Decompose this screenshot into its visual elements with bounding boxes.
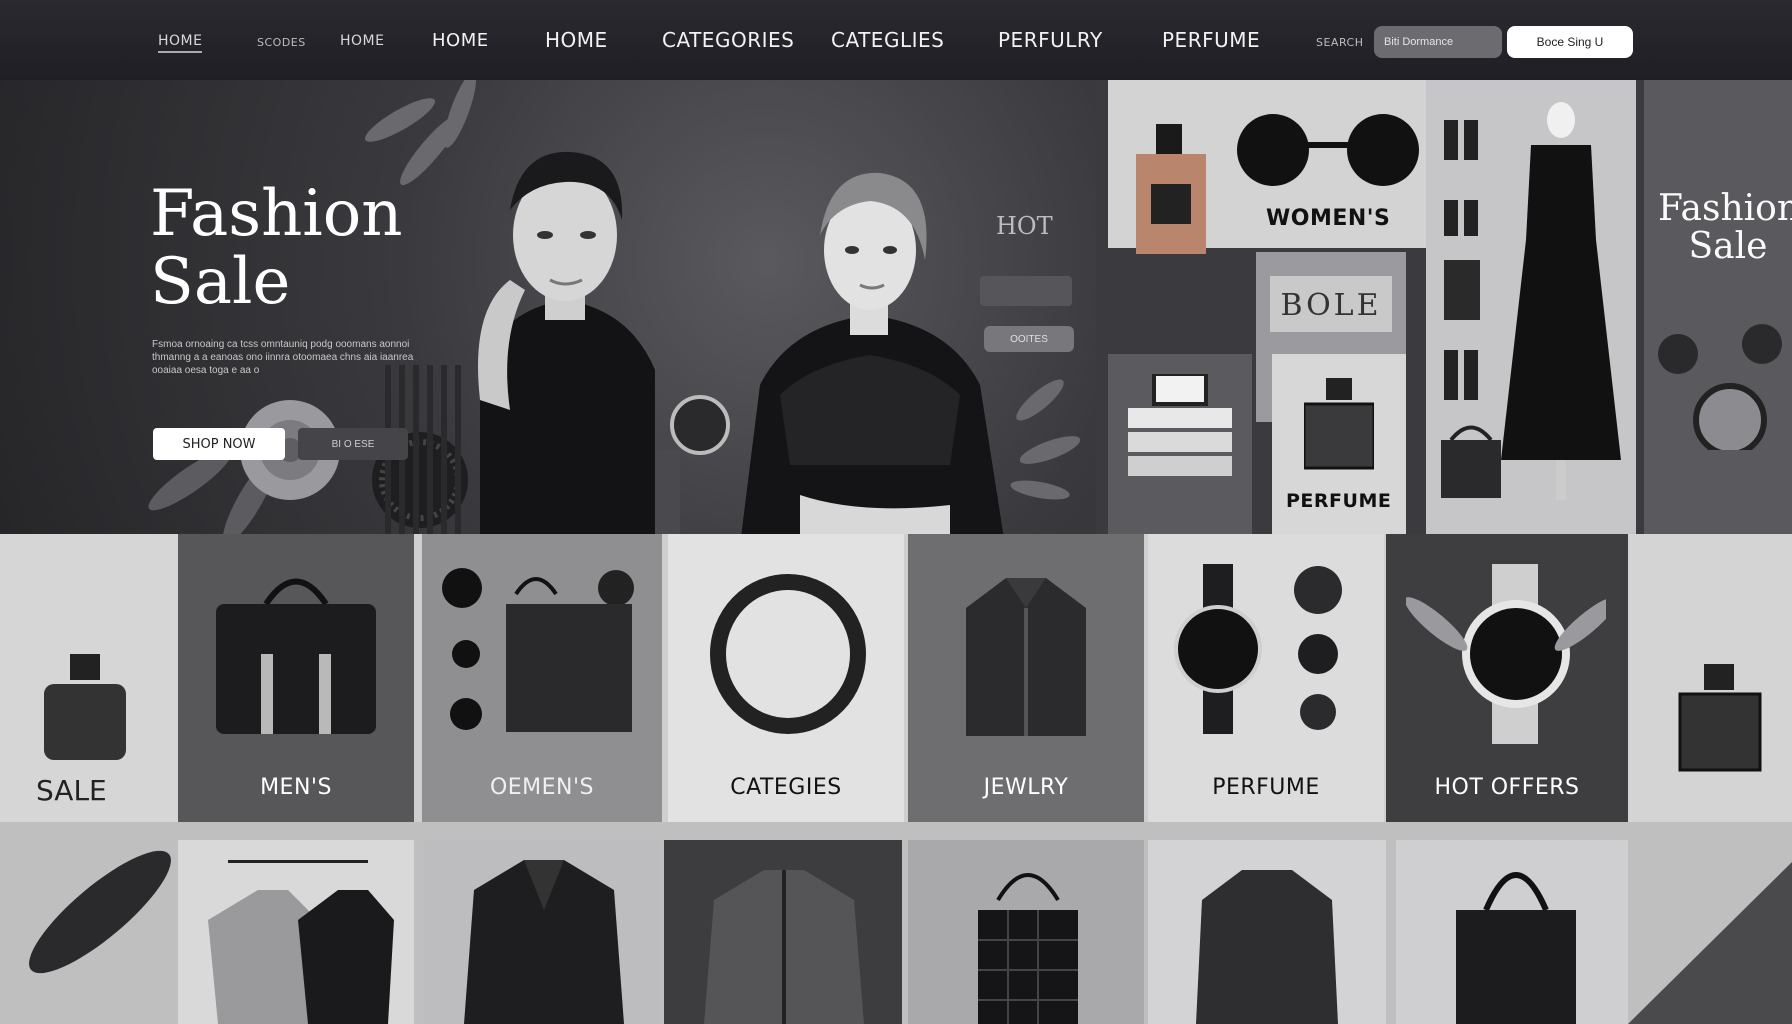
top-navigation: HOME SCODES HOME HOME HOME CATEGORIES CA… <box>0 0 1792 80</box>
nav-link-categlies[interactable]: CATEGLIES <box>831 28 944 52</box>
bomber-jacket-icon <box>704 870 864 1024</box>
fashion-landing-page: HOME SCODES HOME HOME HOME CATEGORIES CA… <box>0 0 1792 1024</box>
bangle-icon <box>710 574 866 734</box>
tote-bag-icon <box>1441 425 1501 498</box>
side-title-line-1: Fashion <box>1658 188 1792 229</box>
gift-boxes-icon <box>1128 374 1232 476</box>
perfume-flask-icon <box>1304 378 1374 470</box>
shirt-icon <box>966 578 1086 736</box>
tote-bag-icon <box>1456 872 1576 1024</box>
category-tile-mens[interactable]: MEN'S <box>178 534 414 822</box>
product-tile-coats[interactable] <box>178 840 414 1024</box>
product-tile-totes[interactable] <box>1396 840 1628 1024</box>
decor-spheres-icon <box>1658 324 1782 450</box>
perfume-panel-label: PERFUME <box>1286 490 1392 512</box>
female-model-image <box>741 172 1004 534</box>
nav-link-home-4[interactable]: HOME <box>545 28 608 52</box>
nav-link-home-1[interactable]: HOME <box>158 33 203 53</box>
nav-link-scodes[interactable]: SCODES <box>257 36 306 49</box>
search-input[interactable] <box>1374 26 1502 58</box>
brooch-icon <box>670 395 730 455</box>
category-tile-categories[interactable]: CATEGIES <box>668 534 904 822</box>
sweater-icon <box>1196 870 1338 1024</box>
dress-panel[interactable] <box>1426 80 1636 534</box>
category-label-perfume: PERFUME <box>1212 775 1320 800</box>
perfume-bottle-icon <box>1136 124 1206 254</box>
category-row: SALE MEN'S OEMEN'S CATEGIES JEWLRY PERFU… <box>0 534 1792 822</box>
handbag-icon <box>216 578 376 734</box>
hot-chip-decoration <box>980 276 1072 306</box>
sale-tile[interactable]: SALE <box>0 534 178 822</box>
wristwatch-icon <box>1174 564 1342 734</box>
leaf-spray-icon <box>1010 379 1081 500</box>
sunglasses-icon <box>1237 114 1419 186</box>
dress-mannequin-icon <box>1501 102 1621 500</box>
side-title-line-2: Sale <box>1688 226 1768 267</box>
hero-banner: Fashion Sale Fsmoa ornoaing ca tcss omnt… <box>0 80 1096 534</box>
product-tile-bombers[interactable] <box>664 840 902 1024</box>
coat-hanger-icon <box>208 860 394 1024</box>
category-label-mens: MEN'S <box>260 775 332 800</box>
nav-link-perfume[interactable]: PERFUME <box>1162 28 1260 52</box>
perfume-bottle-icon <box>1678 664 1762 772</box>
sale-label: SALE <box>36 774 107 807</box>
hero-description: Fsmoa ornoaing ca tcss omntauniq podg oo… <box>152 339 414 376</box>
nav-link-perfulry[interactable]: PERFULRY <box>998 28 1103 52</box>
side-title: Fashion Sale <box>1658 190 1792 266</box>
product-tile-jackets[interactable] <box>424 840 660 1024</box>
perfume-panel[interactable]: PERFUME <box>1272 354 1406 534</box>
luxury-watch-icon <box>1406 564 1606 744</box>
category-label-womens: OEMEN'S <box>489 775 595 800</box>
nav-link-search[interactable]: SEARCH <box>1316 36 1364 49</box>
leather-jacket-icon <box>464 860 624 1024</box>
category-tile-womens[interactable]: OEMEN'S <box>422 534 662 822</box>
accessory-set-icon <box>442 568 634 732</box>
category-tile-jewelry[interactable]: JEWLRY <box>908 534 1144 822</box>
shop-now-button[interactable]: SHOP NOW <box>153 428 285 460</box>
textured-fabric-icon <box>1628 862 1792 1024</box>
nav-link-categories[interactable]: CATEGORIES <box>662 28 794 52</box>
perfume-bottle-icon <box>44 654 126 760</box>
feather-icon <box>29 850 171 974</box>
product-tile-bags[interactable] <box>908 840 1144 1024</box>
womens-label: WOMEN'S <box>1266 206 1391 231</box>
hot-label: HOT <box>996 212 1053 240</box>
product-row <box>0 822 1792 1024</box>
nav-link-home-3[interactable]: HOME <box>432 30 489 51</box>
accessory-rack-icon <box>1444 120 1480 400</box>
bole-label: BOLE <box>1280 288 1382 323</box>
product-tile-knitwear[interactable] <box>1148 840 1386 1024</box>
featured-collage: WOMEN'S BOLE PERFUME Fashion Sale <box>1096 80 1792 534</box>
side-sale-panel[interactable]: Fashion Sale <box>1644 80 1792 534</box>
category-label-hot-offers: HOT OFFERS <box>1434 775 1580 800</box>
secondary-hero-button[interactable]: BI O ESE <box>298 428 408 460</box>
perfume-side-tile[interactable] <box>1628 534 1792 822</box>
hot-pill-button[interactable]: OOITES <box>984 326 1074 352</box>
nav-link-home-2[interactable]: HOME <box>340 33 384 49</box>
sign-in-button[interactable]: Boce Sing U <box>1507 26 1633 58</box>
category-tile-perfume[interactable]: PERFUME <box>1148 534 1384 822</box>
quilted-bag-icon <box>978 873 1078 1024</box>
hero-title-line-1: Fashion <box>150 177 403 251</box>
category-label-categories: CATEGIES <box>730 775 842 800</box>
category-tile-hot-offers[interactable]: HOT OFFERS <box>1386 534 1628 822</box>
boxes-panel <box>1108 354 1252 534</box>
category-label-jewelry: JEWLRY <box>983 775 1069 800</box>
hero-title: Fashion Sale <box>150 180 480 316</box>
hero-title-line-2: Sale <box>150 245 291 319</box>
